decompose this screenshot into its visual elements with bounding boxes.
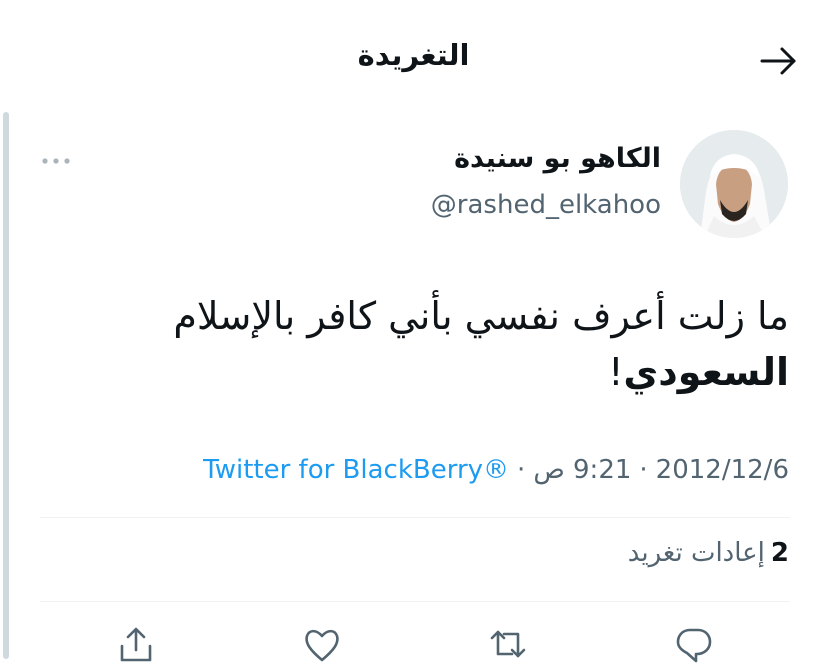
tweet-source-link[interactable]: Twitter for BlackBerry® [203,455,509,485]
tweet-line-2: السعودي! [69,344,789,400]
reply-icon[interactable] [674,624,714,664]
retweets-count: 2 [770,538,789,568]
retweet-icon[interactable] [488,624,528,664]
meta-separator: · [639,455,648,485]
author-display-name[interactable]: الكاهو بو سنيدة [454,143,661,174]
more-options-icon[interactable] [40,154,72,168]
arrow-right-icon[interactable] [758,44,800,78]
author-handle[interactable]: @rashed_elkahoo [431,190,661,220]
divider [40,601,790,602]
tweet-line-1: ما زلت أعرف نفسي بأني كافر بالإسلام [173,294,789,338]
tweet-text: ما زلت أعرف نفسي بأني كافر بالإسلام السع… [69,288,789,400]
avatar-image [680,130,788,238]
page-title: التغريدة [357,38,470,72]
tweet-date: 2012/12/6 [655,455,789,485]
top-bar: التغريدة [0,0,827,110]
retweets-stat[interactable]: 2إعادات تغريد [628,538,789,568]
share-icon[interactable] [116,624,156,664]
meta-separator-2: · [517,455,526,485]
like-icon[interactable] [302,624,342,664]
divider [40,517,790,518]
tweet-punctuation: ! [608,350,624,394]
avatar[interactable] [680,130,788,238]
tweet-bold-word: السعودي [623,350,789,394]
retweets-label: إعادات تغريد [627,538,765,568]
tweet-time: 9:21 ص [533,455,632,485]
tweet-meta: 2012/12/6·9:21 ص·Twitter for BlackBerry® [203,455,789,485]
scrollbar[interactable] [3,112,9,659]
